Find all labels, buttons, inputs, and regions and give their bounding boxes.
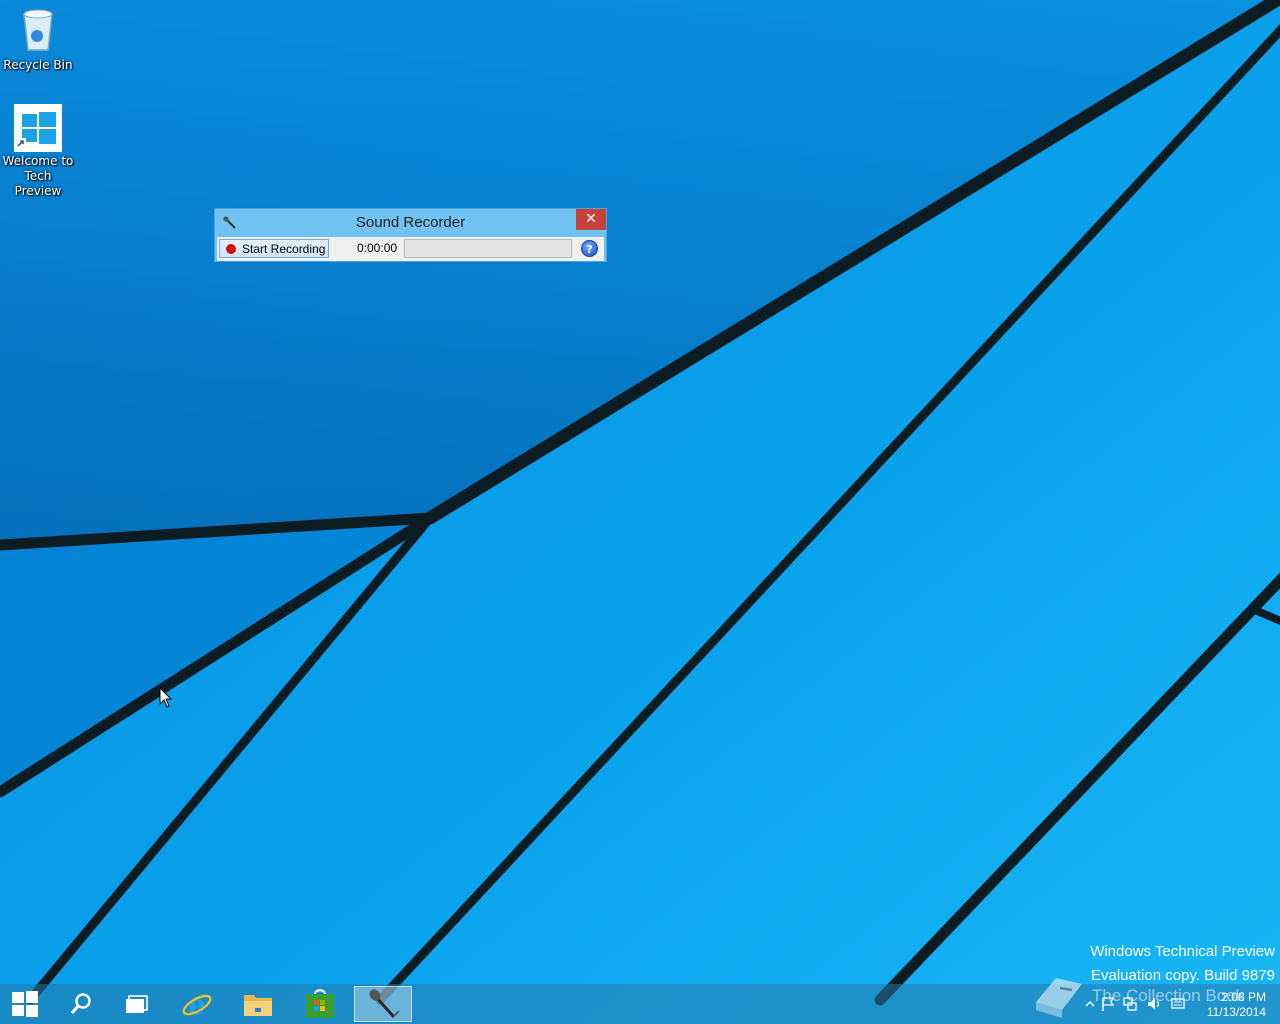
search-icon <box>70 993 91 1014</box>
system-tray: 2:08 PM 11/13/2014 <box>1070 984 1280 1024</box>
mouse-cursor-icon <box>159 687 173 708</box>
sound-recorder-taskbar-button[interactable] <box>354 986 412 1022</box>
close-icon: ✕ <box>585 211 597 227</box>
search-button[interactable] <box>52 984 110 1024</box>
clock-date: 11/13/2014 <box>1206 1005 1266 1019</box>
recorder-toolbar: Start Recording 0:00:00 ? <box>217 237 604 261</box>
window-title: Sound Recorder <box>355 214 466 231</box>
recycle-bin-label: Recycle Bin <box>3 58 73 72</box>
flag-icon[interactable] <box>1100 996 1116 1012</box>
evaluation-watermark: Windows Technical Preview Evaluation cop… <box>1090 940 1275 988</box>
microphone-icon <box>369 989 400 1019</box>
chevron-up-icon[interactable] <box>1082 996 1098 1012</box>
internet-explorer-icon: e <box>182 988 212 1020</box>
internet-explorer-button[interactable]: e <box>168 984 226 1024</box>
welcome-desktop-icon[interactable]: Welcome to Tech Preview <box>0 104 76 199</box>
help-icon: ? <box>586 243 593 256</box>
start-recording-button[interactable]: Start Recording <box>219 239 329 258</box>
windows-logo-icon <box>14 104 62 152</box>
recycle-bin-desktop-icon[interactable]: Recycle Bin <box>0 6 76 73</box>
svg-text:e: e <box>188 988 206 1020</box>
close-button[interactable]: ✕ <box>576 209 606 230</box>
start-button[interactable] <box>0 984 50 1024</box>
task-view-button[interactable] <box>108 984 166 1024</box>
folder-icon <box>244 995 272 1016</box>
action-center-icon[interactable] <box>1170 996 1186 1012</box>
clock[interactable]: 2:08 PM 11/13/2014 <box>1207 990 1266 1020</box>
watermark-line-1: Windows Technical Preview <box>1090 943 1275 960</box>
store-button[interactable] <box>291 984 349 1024</box>
record-icon <box>226 244 236 254</box>
file-explorer-button[interactable] <box>229 984 287 1024</box>
network-icon[interactable] <box>1122 996 1138 1012</box>
elapsed-time: 0:00:00 <box>357 241 398 255</box>
level-meter <box>404 239 572 258</box>
volume-icon[interactable] <box>1146 996 1162 1012</box>
sound-recorder-window: Sound Recorder ✕ Start Recording 0:00:00… <box>214 208 607 262</box>
recycle-bin-icon <box>23 9 53 51</box>
desktop-wallpaper <box>0 0 1280 1024</box>
start-recording-label: Start Recording <box>242 242 326 256</box>
windows-logo-icon <box>12 991 38 1017</box>
task-view-icon <box>126 995 148 1013</box>
clock-time: 2:08 PM <box>1221 990 1266 1004</box>
title-bar[interactable]: Sound Recorder ✕ <box>215 209 606 237</box>
help-button[interactable]: ? <box>581 240 598 257</box>
welcome-label: Welcome to Tech Preview <box>2 154 74 198</box>
store-icon <box>306 989 334 1018</box>
